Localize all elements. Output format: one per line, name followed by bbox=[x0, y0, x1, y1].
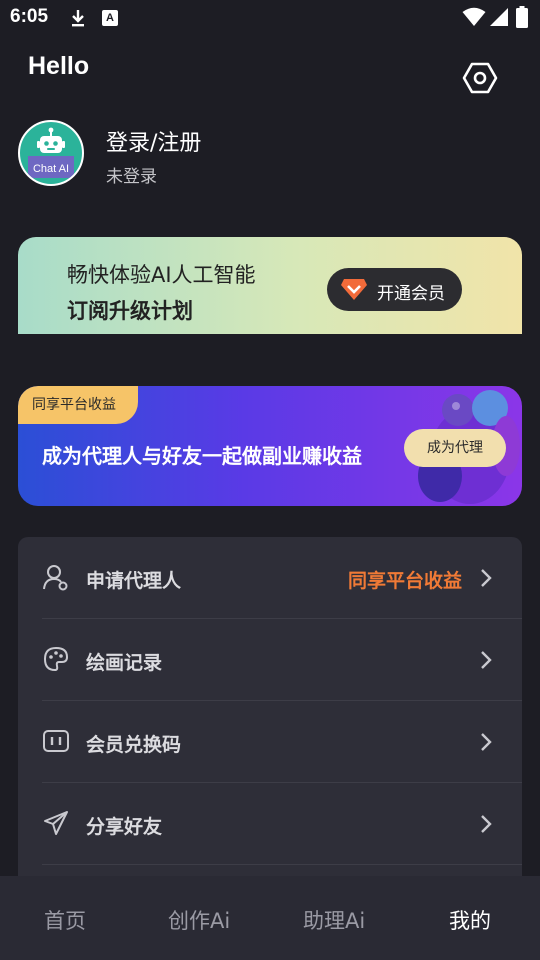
chevron-right-icon bbox=[481, 733, 492, 751]
redeem-code-icon bbox=[43, 730, 69, 752]
battery-icon bbox=[516, 6, 528, 28]
menu-item-label: 申请代理人 bbox=[86, 570, 182, 592]
tab-create-ai[interactable]: 创作Ai bbox=[168, 905, 230, 935]
a-badge-icon: A bbox=[102, 10, 118, 26]
agent-banner[interactable]: 同享平台收益 成为代理人与好友一起做副业赚收益 成为代理 bbox=[18, 386, 522, 506]
menu-item-label: 分享好友 bbox=[86, 816, 163, 838]
tab-mine[interactable]: 我的 bbox=[449, 905, 491, 935]
chevron-right-icon bbox=[481, 815, 492, 833]
open-membership-label: 开通会员 bbox=[377, 284, 445, 304]
bottom-tab-bar: 首页 创作Ai 助理Ai 我的 bbox=[0, 876, 540, 960]
login-register-link[interactable]: 登录/注册 bbox=[106, 125, 201, 157]
tab-assistant-ai[interactable]: 助理Ai bbox=[303, 905, 365, 935]
vip-banner-line2: 订阅升级计划 bbox=[67, 299, 193, 323]
menu-item-redeem-code[interactable]: 会员兑换码 bbox=[18, 701, 522, 783]
hexagon-settings-icon[interactable] bbox=[462, 60, 498, 96]
palette-icon bbox=[43, 646, 69, 672]
menu-item-label: 绘画记录 bbox=[86, 652, 163, 674]
menu-item-drawing-records[interactable]: 绘画记录 bbox=[18, 619, 522, 701]
menu-item-apply-agent[interactable]: 申请代理人 同享平台收益 bbox=[18, 537, 522, 619]
avatar[interactable]: Chat AI bbox=[18, 120, 84, 186]
menu-item-label: 会员兑换码 bbox=[86, 734, 182, 756]
user-agent-icon bbox=[43, 565, 68, 591]
agent-tag: 同享平台收益 bbox=[18, 386, 138, 424]
tab-home[interactable]: 首页 bbox=[44, 905, 86, 935]
chevron-right-icon bbox=[481, 569, 492, 587]
chevron-right-icon bbox=[481, 651, 492, 669]
agent-banner-text: 成为代理人与好友一起做副业赚收益 bbox=[42, 444, 362, 468]
menu-item-extra: 同享平台收益 bbox=[347, 570, 462, 592]
wifi-icon bbox=[462, 7, 486, 26]
vip-banner-line1: 畅快体验AI人工智能 bbox=[67, 263, 256, 287]
diamond-icon bbox=[341, 279, 367, 300]
status-time: 6:05 bbox=[10, 6, 49, 27]
vip-banner[interactable]: 畅快体验AI人工智能 订阅升级计划 开通会员 bbox=[18, 237, 522, 334]
paper-plane-icon bbox=[44, 811, 68, 835]
signal-icon bbox=[490, 8, 508, 26]
become-agent-button[interactable]: 成为代理 bbox=[404, 429, 506, 467]
open-membership-button[interactable]: 开通会员 bbox=[327, 268, 462, 311]
login-status: 未登录 bbox=[106, 167, 157, 187]
page-title: Hello bbox=[28, 52, 90, 80]
divider bbox=[42, 864, 522, 865]
avatar-label: Chat AI bbox=[32, 163, 70, 175]
status-bar: 6:05 A bbox=[0, 0, 540, 36]
menu-list: 申请代理人 同享平台收益 绘画记录 会员兑换码 分享好友 bbox=[18, 537, 522, 897]
download-icon bbox=[72, 10, 84, 27]
menu-item-share-friends[interactable]: 分享好友 bbox=[18, 783, 522, 865]
